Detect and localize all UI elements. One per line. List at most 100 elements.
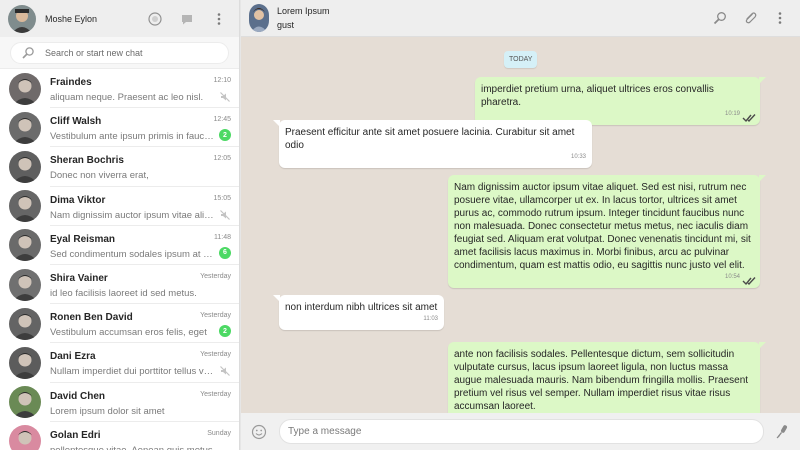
chat-list-item[interactable]: Dima Viktor 15:05 Nam dignissim auctor i… bbox=[0, 187, 239, 226]
chat-sidebar: Moshe Eylon Search or start new chat Fra… bbox=[0, 0, 240, 450]
user-name: Moshe Eylon bbox=[45, 13, 98, 24]
status-icon[interactable] bbox=[145, 9, 165, 29]
chat-time: Yesterday bbox=[200, 272, 231, 280]
unread-badge: 2 bbox=[219, 129, 231, 142]
contact-name: Lorem Ipsum bbox=[277, 6, 330, 16]
chat-info: Eyal Reisman 11:48 Sed condimentum sodal… bbox=[50, 226, 239, 265]
message-text: imperdiet pretium urna, aliquet ultrices… bbox=[481, 84, 714, 108]
day-separator: TODAY bbox=[504, 51, 538, 68]
contact-name: Eyal Reisman bbox=[50, 233, 116, 245]
chat-info: Cliff Walsh 12:45 Vestibulum ante ipsum … bbox=[50, 108, 239, 148]
chat-preview: id leo facilisis laoreet id sed metus. bbox=[50, 287, 197, 299]
chat-info: Sheran Bochris 12:05 Donec non viverra e… bbox=[50, 147, 239, 187]
chat-preview: Vestibulum accumsan eros felis, eget bbox=[50, 327, 207, 339]
chat-time: 15:05 bbox=[213, 194, 231, 202]
contact-avatar bbox=[9, 150, 41, 183]
chat-list-item[interactable]: Shira Vainer Yesterday id leo facilisis … bbox=[0, 265, 239, 305]
message-text: ante non facilisis sodales. Pellentesque… bbox=[454, 349, 749, 412]
contact-avatar bbox=[9, 72, 41, 105]
chat-time: Yesterday bbox=[200, 312, 231, 320]
contact-avatar bbox=[9, 307, 41, 340]
sidebar-header: Moshe Eylon bbox=[0, 0, 239, 37]
contact-name: Fraindes bbox=[50, 77, 92, 88]
unread-badge: 2 bbox=[219, 325, 231, 338]
chat-preview: Donec non viverra erat, bbox=[50, 170, 149, 182]
message-text: Nam dignissim auctor ipsum vitae aliquet… bbox=[454, 182, 751, 271]
paperclip-icon[interactable] bbox=[740, 8, 760, 28]
user-avatar[interactable] bbox=[8, 4, 36, 33]
menu-dots-icon[interactable] bbox=[209, 9, 229, 29]
contact-avatar bbox=[9, 229, 41, 262]
message-bubble-outgoing[interactable]: ante non facilisis sodales. Pellentesque… bbox=[448, 342, 766, 413]
chat-list-item[interactable]: Fraindes 12:10 aliquam neque. Praesent a… bbox=[0, 69, 239, 109]
contact-avatar bbox=[9, 346, 41, 379]
search-icon[interactable] bbox=[710, 8, 730, 28]
muted-icon bbox=[219, 364, 231, 377]
chat-list: Fraindes 12:10 aliquam neque. Praesent a… bbox=[0, 69, 239, 450]
search-input[interactable] bbox=[45, 48, 225, 58]
contact-status: gust bbox=[277, 20, 295, 30]
chat-info: Dani Ezra Yesterday Nullam imperdiet dui… bbox=[50, 343, 239, 383]
contact-name: Cliff Walsh bbox=[50, 116, 102, 128]
search-box bbox=[10, 42, 229, 64]
contact-name: Dima Viktor bbox=[50, 194, 106, 206]
chat-list-item[interactable]: Eyal Reisman 11:48 Sed condimentum sodal… bbox=[0, 226, 239, 265]
contact-avatar bbox=[9, 111, 41, 144]
chat-preview: Sed condimentum sodales ipsum at aliquet bbox=[50, 248, 214, 260]
chat-info: Shira Vainer Yesterday id leo facilisis … bbox=[50, 265, 239, 305]
message-time: 10:19 bbox=[724, 111, 740, 117]
message-text: Praesent efficitur ante sit amet posuere… bbox=[285, 127, 575, 151]
contact-name: Sheran Bochris bbox=[50, 155, 124, 167]
double-check-icon bbox=[742, 113, 756, 123]
chat-time: 12:45 bbox=[213, 116, 231, 124]
message-text: non interdum nibh ultrices sit amet bbox=[285, 302, 438, 313]
contact-name: Ronen Ben David bbox=[50, 312, 133, 324]
contact-avatar bbox=[9, 190, 41, 223]
conversation-titles[interactable]: Lorem Ipsum gust bbox=[277, 6, 700, 30]
message-bubble-outgoing[interactable]: imperdiet pretium urna, aliquet ultrices… bbox=[475, 77, 766, 125]
chat-list-item[interactable]: Sheran Bochris 12:05 Donec non viverra e… bbox=[0, 147, 239, 187]
chat-preview: Nullam imperdiet dui porttitor tellus vo… bbox=[50, 366, 214, 378]
chat-preview: pellentesque vitae. Aenean quis metus bbox=[50, 445, 214, 450]
microphone-icon[interactable] bbox=[774, 424, 790, 440]
message-area: TODAY imperdiet pretium urna, aliquet ul… bbox=[241, 37, 800, 413]
composer-bar bbox=[241, 413, 800, 450]
message-input[interactable] bbox=[279, 419, 764, 444]
conversation-pane: Lorem Ipsum gust TODAY imperdiet pretium… bbox=[241, 0, 800, 450]
unread-badge: 6 bbox=[219, 246, 231, 259]
chat-info: Dima Viktor 15:05 Nam dignissim auctor i… bbox=[50, 187, 239, 226]
message-bubble-outgoing[interactable]: Nam dignissim auctor ipsum vitae aliquet… bbox=[448, 175, 766, 288]
contact-name: Golan Edri bbox=[50, 429, 101, 441]
muted-icon bbox=[219, 208, 231, 220]
contact-avatar bbox=[9, 268, 41, 301]
message-bubble-incoming[interactable]: Praesent efficitur ante sit amet posuere… bbox=[273, 120, 592, 168]
chat-info: Fraindes 12:10 aliquam neque. Praesent a… bbox=[50, 69, 239, 109]
message-time: 11:03 bbox=[423, 316, 438, 322]
contact-avatar[interactable] bbox=[249, 4, 269, 32]
double-check-icon bbox=[742, 276, 756, 286]
chat-time: Sunday bbox=[207, 429, 231, 437]
message-bubble-incoming[interactable]: non interdum nibh ultrices sit amet 11:0… bbox=[273, 295, 444, 330]
chat-info: Golan Edri Sunday pellentesque vitae. Ae… bbox=[50, 422, 239, 450]
search-icon[interactable] bbox=[21, 46, 35, 60]
muted-icon bbox=[219, 90, 231, 102]
contact-avatar bbox=[9, 386, 41, 419]
chat-time: Yesterday bbox=[200, 351, 231, 359]
chat-list-item[interactable]: David Chen Yesterday Lorem ipsum dolor s… bbox=[0, 383, 239, 422]
chat-list-item[interactable]: Golan Edri Sunday pellentesque vitae. Ae… bbox=[0, 422, 239, 450]
chat-time: 11:48 bbox=[214, 233, 231, 241]
chat-list-item[interactable]: Cliff Walsh 12:45 Vestibulum ante ipsum … bbox=[0, 108, 239, 148]
conversation-header: Lorem Ipsum gust bbox=[241, 0, 800, 37]
menu-dots-icon[interactable] bbox=[770, 8, 790, 28]
message-time: 10:54 bbox=[724, 274, 740, 280]
chat-preview: Vestibulum ante ipsum primis in faucibus bbox=[50, 131, 214, 143]
contact-name: Dani Ezra bbox=[50, 351, 96, 363]
chat-list-item[interactable]: Dani Ezra Yesterday Nullam imperdiet dui… bbox=[0, 343, 239, 383]
chat-info: Ronen Ben David Yesterday Vestibulum acc… bbox=[50, 304, 239, 344]
emoji-icon[interactable] bbox=[251, 424, 267, 440]
chat-info: David Chen Yesterday Lorem ipsum dolor s… bbox=[50, 383, 239, 422]
message-time: 10:33 bbox=[570, 154, 586, 160]
chat-list-item[interactable]: Ronen Ben David Yesterday Vestibulum acc… bbox=[0, 304, 239, 344]
chat-time: 12:05 bbox=[213, 155, 231, 163]
chat-icon[interactable] bbox=[177, 9, 197, 29]
